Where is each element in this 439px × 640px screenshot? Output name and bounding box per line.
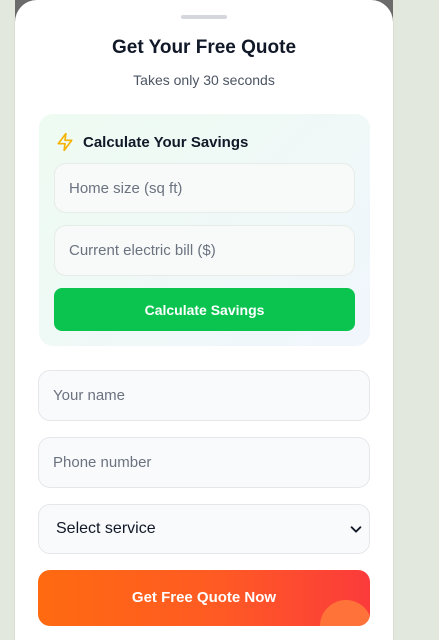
home-size-placeholder: Home size (sq ft) xyxy=(69,179,183,197)
home-size-input[interactable]: Home size (sq ft) xyxy=(54,163,355,213)
drag-handle[interactable] xyxy=(181,15,227,19)
lightning-bolt-icon xyxy=(57,132,73,152)
savings-calculator-card: Calculate Your Savings Home size (sq ft)… xyxy=(39,114,370,346)
phone-input[interactable]: Phone number xyxy=(38,437,370,488)
name-input[interactable]: Your name xyxy=(38,370,370,421)
phone-placeholder: Phone number xyxy=(53,454,152,471)
calculate-savings-label: Calculate Savings xyxy=(144,301,265,318)
sheet-title: Get Your Free Quote xyxy=(111,37,297,58)
get-free-quote-button[interactable]: Get Free Quote Now xyxy=(38,570,370,626)
service-select-value: Select service xyxy=(56,520,156,537)
quote-bottom-sheet: Get Your Free Quote Takes only 30 second… xyxy=(15,0,393,640)
electric-bill-placeholder: Current electric bill ($) xyxy=(69,242,216,259)
sheet-subtitle: Takes only 30 seconds xyxy=(133,72,275,88)
decorative-circle xyxy=(320,600,370,626)
name-placeholder: Your name xyxy=(53,387,125,404)
get-free-quote-label: Get Free Quote Now xyxy=(131,589,277,606)
chevron-down-icon xyxy=(350,526,362,533)
calculator-title: Calculate Your Savings xyxy=(83,133,249,151)
electric-bill-input[interactable]: Current electric bill ($) xyxy=(54,225,355,276)
service-select[interactable]: Select service xyxy=(38,504,370,554)
calculator-header: Calculate Your Savings xyxy=(55,131,248,153)
calculate-savings-button[interactable]: Calculate Savings xyxy=(54,288,355,331)
